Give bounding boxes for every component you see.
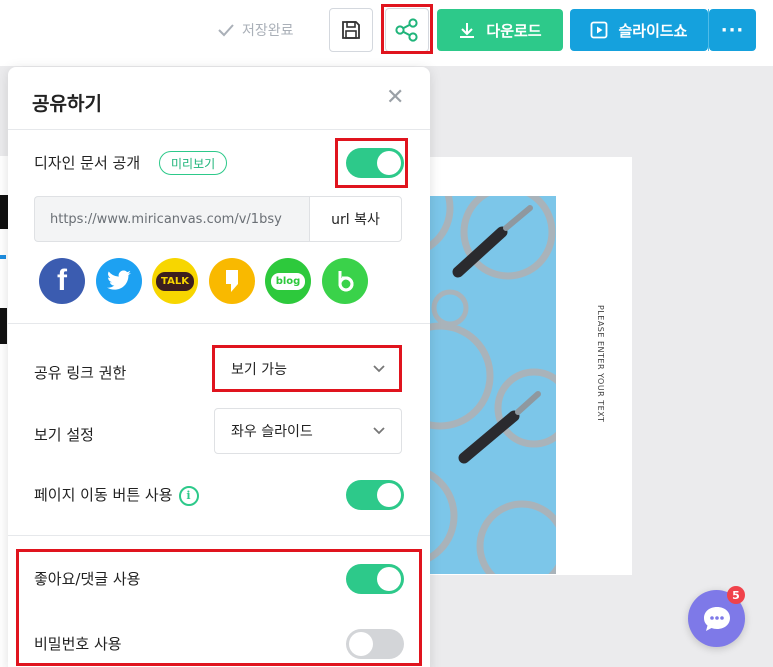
toggle-knob [377, 151, 401, 175]
kakaotalk-icon[interactable]: TALK [152, 258, 198, 304]
permission-select[interactable]: 보기 가능 [214, 346, 402, 392]
play-icon [591, 21, 608, 39]
save-status: 저장완료 [218, 20, 294, 40]
panel-title: 공유하기 [32, 93, 102, 115]
chevron-down-icon [373, 427, 385, 435]
password-label: 비밀번호 사용 [34, 635, 122, 653]
share-button[interactable] [385, 8, 429, 52]
divider [8, 129, 430, 130]
close-icon[interactable]: ✕ [386, 85, 404, 110]
save-icon [342, 21, 360, 39]
permission-label: 공유 링크 권한 [34, 364, 127, 382]
share-url-field[interactable]: https://www.miricanvas.com/v/1bsy [34, 196, 309, 242]
like-comment-label: 좋아요/댓글 사용 [34, 570, 141, 588]
publish-label: 디자인 문서 공개 [34, 154, 141, 172]
facebook-icon[interactable]: f [39, 258, 85, 304]
kakaostory-glyph [226, 270, 238, 292]
save-button[interactable] [329, 8, 373, 52]
button-divider [708, 9, 709, 51]
chat-badge: 5 [727, 586, 745, 604]
view-setting-label: 보기 설정 [34, 426, 94, 444]
share-panel: 공유하기 ✕ 디자인 문서 공개 미리보기 https://www.mirica… [8, 67, 430, 667]
toggle-knob [377, 567, 401, 591]
twitter-bird-icon [107, 270, 131, 290]
download-button[interactable]: 다운로드 [437, 9, 563, 51]
twitter-icon[interactable] [96, 258, 142, 304]
page-nav-row: 페이지 이동 버튼 사용 i [34, 484, 199, 506]
download-label: 다운로드 [486, 21, 542, 40]
share-icon [395, 18, 418, 42]
blog-label: blog [270, 272, 306, 290]
left-page-bold-stroke [0, 195, 8, 229]
more-icon: ··· [720, 19, 745, 41]
view-setting-select[interactable]: 좌우 슬라이드 [214, 408, 402, 454]
slide-image[interactable] [410, 196, 556, 574]
magnifier-photo [410, 196, 556, 574]
kakaostory-icon[interactable] [209, 258, 255, 304]
chat-bubble-icon [703, 606, 730, 631]
check-icon [218, 24, 234, 37]
left-page-accent [0, 255, 6, 259]
page-nav-label: 페이지 이동 버튼 사용 [34, 486, 173, 504]
band-glyph [338, 271, 354, 292]
toggle-knob [349, 632, 373, 656]
permission-value: 보기 가능 [231, 362, 287, 378]
top-toolbar: 저장완료 다운로드 슬라이드쇼 ··· [0, 0, 773, 66]
naver-blog-icon[interactable]: blog [265, 258, 311, 304]
password-toggle[interactable] [346, 629, 404, 659]
preview-badge[interactable]: 미리보기 [159, 151, 228, 175]
band-icon[interactable] [322, 258, 368, 304]
more-button[interactable]: ··· [709, 9, 756, 51]
download-icon [460, 23, 475, 38]
kakaotalk-label: TALK [156, 271, 194, 291]
info-icon[interactable]: i [178, 485, 199, 506]
like-comment-toggle[interactable] [346, 564, 404, 594]
save-status-label: 저장완료 [242, 23, 294, 39]
divider [8, 535, 430, 536]
view-setting-value: 좌우 슬라이드 [231, 424, 313, 440]
slideshow-label: 슬라이드쇼 [618, 21, 688, 40]
url-copy-button[interactable]: url 복사 [309, 196, 402, 242]
slideshow-button[interactable]: 슬라이드쇼 [570, 9, 708, 51]
page-nav-toggle[interactable] [346, 480, 404, 510]
divider [8, 323, 430, 324]
toggle-knob [377, 483, 401, 507]
chevron-down-icon [373, 365, 385, 373]
slide-vertical-text[interactable]: PLEASE ENTER YOUR TEXT [596, 305, 605, 422]
publish-toggle[interactable] [346, 148, 404, 178]
left-page-bold-stroke [0, 308, 7, 344]
